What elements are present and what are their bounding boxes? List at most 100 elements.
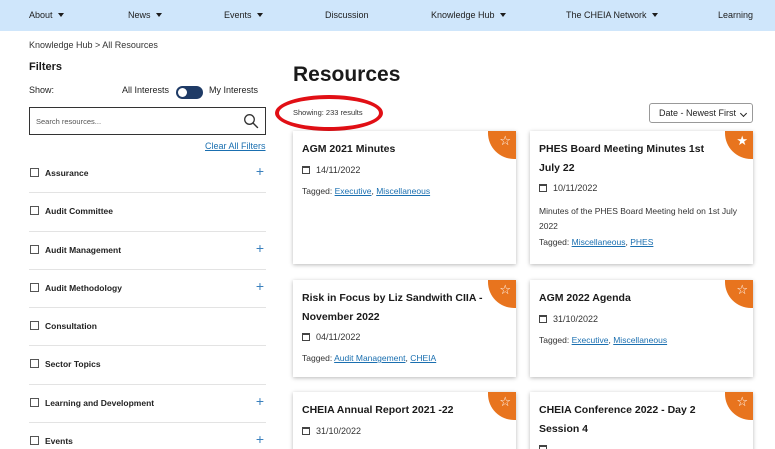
calendar-icon <box>539 314 547 323</box>
filter-checkbox[interactable] <box>30 244 39 254</box>
card-date: 31/10/2022 <box>302 426 361 436</box>
card-title[interactable]: CHEIA Conference 2022 - Day 2 Session 4 <box>539 401 696 438</box>
card-title[interactable]: AGM 2022 Agenda <box>539 289 631 308</box>
filter-label: Sector Topics <box>45 359 101 370</box>
resource-card[interactable]: ★ PHES Board Meeting Minutes 1st July 22 10… <box>530 131 753 264</box>
favourite-button[interactable]: ☆ <box>725 280 753 308</box>
chevron-down-icon <box>57 13 64 17</box>
nav-events[interactable]: Events <box>224 0 263 31</box>
search-input[interactable] <box>36 114 236 128</box>
nav-cheia-network[interactable]: The CHEIA Network <box>566 0 658 31</box>
tag-link[interactable]: Audit Management <box>334 353 405 363</box>
filter-checkbox[interactable] <box>30 436 39 446</box>
page-title: Resources <box>293 63 401 86</box>
highlight-circle <box>275 95 383 131</box>
filter-checkbox[interactable] <box>30 321 39 331</box>
chevron-down-icon <box>651 13 658 17</box>
tag-link[interactable]: PHES <box>630 237 653 247</box>
favourite-button[interactable]: ☆ <box>488 392 516 420</box>
card-tags: Tagged: Audit Management, CHEIA <box>302 353 437 363</box>
card-date: 31/10/2022 <box>539 314 598 324</box>
star-outline-icon: ☆ <box>736 394 748 409</box>
toggle-knob <box>178 88 187 97</box>
tag-link[interactable]: Miscellaneous <box>572 237 626 247</box>
filter-checkbox[interactable] <box>30 359 39 369</box>
star-outline-icon: ☆ <box>499 282 511 297</box>
expand-plus-icon[interactable]: + <box>256 164 264 178</box>
favourite-button[interactable]: ☆ <box>725 392 753 420</box>
tag-link[interactable]: Miscellaneous <box>376 186 430 196</box>
search-icon[interactable] <box>243 113 259 129</box>
star-outline-icon: ☆ <box>499 133 511 148</box>
tag-link[interactable]: Executive <box>572 335 609 345</box>
chevron-down-icon <box>256 13 263 17</box>
filter-label: Learning and Development <box>45 397 155 408</box>
my-interests-label[interactable]: My Interests <box>209 85 258 95</box>
card-title[interactable]: AGM 2021 Minutes <box>302 140 395 159</box>
card-tags: Tagged: Executive, Miscellaneous <box>302 185 431 196</box>
nav-learning[interactable]: Learning <box>718 0 753 31</box>
favourite-button[interactable]: ☆ <box>488 131 516 159</box>
filter-checkbox[interactable] <box>30 282 39 292</box>
card-date: 14/11/2022 <box>302 165 360 175</box>
filter-list: Assurance + Audit Committee Audit Managemen… <box>29 155 266 449</box>
card-title[interactable]: CHEIA Annual Report 2021 -22 <box>302 401 454 420</box>
filter-item[interactable]: Assurance + <box>29 155 266 194</box>
nav-news[interactable]: News <box>128 0 162 31</box>
expand-plus-icon[interactable]: + <box>256 394 264 408</box>
favourite-button[interactable]: ☆ <box>488 280 516 308</box>
tag-link[interactable]: Executive <box>335 186 372 196</box>
favourite-button[interactable]: ★ <box>725 131 753 159</box>
card-title[interactable]: Risk in Focus by Liz Sandwith CIIA - Nove… <box>302 289 482 326</box>
nav-knowledge-hub[interactable]: Knowledge Hub <box>431 0 506 31</box>
search-box <box>29 107 266 135</box>
chevron-down-icon <box>155 13 162 17</box>
expand-plus-icon[interactable]: + <box>256 241 264 255</box>
nav-about[interactable]: About <box>29 0 64 31</box>
filter-item[interactable]: Learning and Development + <box>29 385 266 424</box>
filter-item[interactable]: Consultation <box>29 308 266 347</box>
nav-discussion[interactable]: Discussion <box>325 0 369 31</box>
card-tags: Tagged: Executive, Miscellaneous <box>539 334 668 345</box>
filter-label: Audit Management <box>45 244 122 255</box>
filter-checkbox[interactable] <box>30 168 39 177</box>
tag-link[interactable]: Miscellaneous <box>613 335 667 345</box>
filter-item[interactable]: Sector Topics <box>29 346 266 385</box>
card-date: 04/11/2022 <box>302 332 360 342</box>
filter-label: Audit Methodology <box>45 282 122 293</box>
expand-plus-icon[interactable]: + <box>256 279 264 293</box>
calendar-icon <box>539 184 547 192</box>
filters-title: Filters <box>29 61 63 73</box>
card-title[interactable]: PHES Board Meeting Minutes 1st July 22 <box>539 140 704 177</box>
sort-select[interactable]: Date - Newest First <box>649 103 753 123</box>
top-nav: About News Events Discussion Knowledge H… <box>0 0 775 31</box>
expand-plus-icon[interactable]: + <box>256 432 264 446</box>
resource-card[interactable]: ☆ CHEIA Conference 2022 - Day 2 Session 4 <box>530 392 753 449</box>
all-interests-label[interactable]: All Interests <box>122 85 169 95</box>
filter-checkbox[interactable] <box>30 206 39 216</box>
filter-item[interactable]: Audit Committee <box>29 193 266 232</box>
calendar-icon <box>302 165 310 174</box>
calendar-icon <box>539 445 547 449</box>
interests-toggle[interactable] <box>176 86 203 99</box>
resource-card[interactable]: ☆ CHEIA Annual Report 2021 -22 31/10/2022 <box>293 392 516 449</box>
filter-label: Audit Committee <box>45 206 113 217</box>
filter-item[interactable]: Events + <box>29 423 266 449</box>
resource-card[interactable]: ☆ AGM 2022 Agenda 31/10/2022 Tagged: Execut… <box>530 280 753 377</box>
star-outline-icon: ☆ <box>736 282 748 297</box>
card-description: Minutes of the PHES Board Meeting held o… <box>539 206 737 231</box>
resource-card[interactable]: ☆ Risk in Focus by Liz Sandwith CIIA - Nov… <box>293 280 516 377</box>
filter-item[interactable]: Audit Methodology + <box>29 270 266 309</box>
clear-all-filters-link[interactable]: Clear All Filters <box>205 141 266 151</box>
resource-card[interactable]: ☆ AGM 2021 Minutes 14/11/2022 Tagged: Execu… <box>293 131 516 264</box>
filter-checkbox[interactable] <box>30 397 39 407</box>
filter-item[interactable]: Audit Management + <box>29 232 266 270</box>
breadcrumb[interactable]: Knowledge Hub > All Resources <box>29 40 158 50</box>
star-outline-icon: ☆ <box>499 394 511 409</box>
calendar-icon <box>302 333 310 341</box>
chevron-down-icon <box>739 109 748 118</box>
filter-label: Assurance <box>45 168 89 178</box>
card-date <box>539 444 553 449</box>
tag-link[interactable]: CHEIA <box>410 353 436 363</box>
filter-label: Consultation <box>45 321 97 332</box>
